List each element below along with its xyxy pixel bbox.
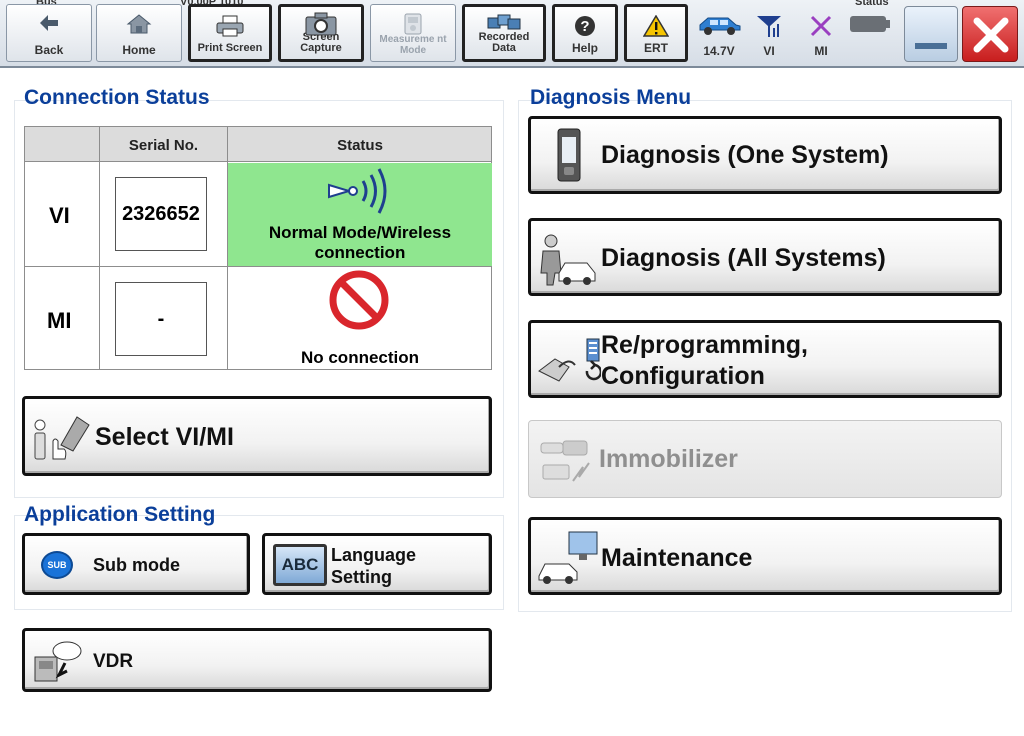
- svg-text:?: ?: [580, 18, 589, 35]
- vi-indicator-label: VI: [763, 44, 775, 58]
- maintenance-button[interactable]: Maintenance: [528, 517, 1002, 595]
- mi-status-text: No connection: [300, 348, 420, 367]
- reprogramming-icon: [538, 338, 601, 382]
- close-icon: [973, 17, 1009, 53]
- back-label: Back: [34, 43, 64, 57]
- help-button[interactable]: ? Help: [552, 4, 618, 62]
- maintenance-label: Maintenance: [601, 544, 753, 572]
- voltage-value: 14.7V: [703, 44, 735, 58]
- print-screen-button[interactable]: Print Screen: [188, 4, 272, 62]
- measurement-mode-button[interactable]: Measureme nt Mode: [370, 4, 456, 62]
- mi-serial-number: -: [115, 282, 207, 356]
- reprogramming-label-line1: Re/programming,: [601, 331, 808, 359]
- measurement-mode-label: Measureme nt Mode: [379, 34, 447, 56]
- measurement-icon: [404, 13, 422, 35]
- select-device-icon: [34, 416, 90, 460]
- recorded-data-label: Recorded Data: [478, 31, 530, 54]
- diagnosis-one-system-button[interactable]: Diagnosis (One System): [528, 116, 1002, 194]
- printer-icon: [216, 15, 244, 37]
- vi-status-text: Normal Mode/Wireless connection: [268, 223, 452, 262]
- immobilizer-label: Immobilizer: [599, 445, 738, 473]
- ert-button[interactable]: ERT: [624, 4, 688, 62]
- vi-row-label: VI: [49, 203, 70, 228]
- maintenance-icon: [538, 531, 598, 584]
- no-connection-icon: [329, 270, 389, 330]
- home-icon: [126, 14, 152, 34]
- mi-indicator-label: MI: [814, 44, 828, 58]
- status-label: Status: [855, 0, 889, 8]
- language-label-line2: Setting: [331, 567, 392, 587]
- language-setting-button[interactable]: ABC Language Setting: [262, 533, 492, 595]
- battery-icon: [850, 16, 890, 32]
- connection-table: Serial No. Status VI 2326652 Normal Mode…: [24, 126, 492, 370]
- minimize-button[interactable]: [904, 6, 958, 62]
- toolbar: Bus V0.00P 1010 Status Back Home Print S…: [0, 0, 1024, 68]
- mi-row-label: MI: [47, 308, 72, 333]
- car-icon: [699, 17, 741, 35]
- diagnosis-all-systems-label: Diagnosis (All Systems): [601, 244, 886, 272]
- warning-icon: [643, 15, 669, 37]
- vi-indicator: VI: [748, 4, 790, 62]
- close-button[interactable]: [962, 6, 1018, 62]
- sub-mode-icon: SUB: [41, 551, 73, 579]
- reprogramming-configuration-button[interactable]: Re/programming, Configuration: [528, 320, 1002, 398]
- select-vi-mi-label: Select VI/MI: [95, 423, 234, 451]
- signal-icon: [757, 16, 781, 37]
- wireless-signal-icon: [328, 168, 387, 214]
- back-button[interactable]: Back: [6, 4, 92, 62]
- recorded-data-button[interactable]: Recorded Data: [462, 4, 546, 62]
- battery-voltage-indicator: 14.7V: [694, 4, 744, 62]
- select-vi-mi-button[interactable]: Select VI/MI: [22, 396, 492, 476]
- serial-no-header: Serial No.: [128, 137, 199, 154]
- language-label-line1: Language: [331, 545, 417, 565]
- home-button[interactable]: Home: [96, 4, 182, 62]
- vdr-button[interactable]: VDR: [22, 628, 492, 692]
- minimize-icon: [915, 43, 947, 49]
- sub-mode-button[interactable]: SUB Sub mode: [22, 533, 250, 595]
- immobilizer-button[interactable]: Immobilizer: [528, 420, 1002, 498]
- reprogramming-label-line2: Configuration: [601, 362, 765, 390]
- application-setting-title: Application Setting: [24, 503, 216, 526]
- connection-status-title: Connection Status: [24, 86, 210, 109]
- key-icon: [540, 440, 590, 482]
- status-header: Status: [337, 137, 383, 154]
- help-icon: ?: [575, 16, 595, 36]
- recorded-data-icon: [487, 14, 521, 30]
- home-label: Home: [122, 43, 156, 57]
- ert-label: ERT: [644, 41, 668, 55]
- disconnected-x-icon: [810, 15, 832, 37]
- sub-mode-label: Sub mode: [93, 555, 181, 575]
- screen-capture-button[interactable]: Screen Capture: [278, 4, 364, 62]
- camera-icon: [305, 12, 337, 36]
- print-screen-label: Print Screen: [197, 42, 263, 54]
- handheld-device-icon: [557, 128, 581, 182]
- help-label: Help: [571, 41, 598, 55]
- vdr-label: VDR: [93, 651, 134, 672]
- mi-indicator: MI: [798, 4, 844, 62]
- back-arrow-icon: [40, 15, 58, 31]
- vi-serial-number: 2326652: [115, 177, 207, 251]
- diagnosis-menu-title: Diagnosis Menu: [530, 86, 692, 109]
- technician-car-icon: [540, 234, 596, 286]
- diagnosis-all-systems-button[interactable]: Diagnosis (All Systems): [528, 218, 1002, 296]
- vdr-icon: [34, 641, 82, 682]
- language-icon: ABC: [273, 544, 327, 586]
- diagnosis-one-system-label: Diagnosis (One System): [601, 141, 889, 169]
